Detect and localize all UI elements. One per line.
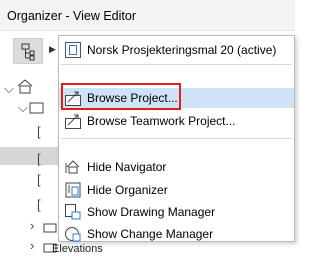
window-title: Organizer - View Editor: [7, 9, 136, 23]
section-icon: [43, 223, 57, 233]
project-template-icon: [65, 42, 81, 58]
house-icon: [17, 79, 33, 94]
chevron-down-icon[interactable]: ⌵: [4, 81, 14, 97]
menu-label: Show Drawing Manager: [87, 205, 216, 219]
tree-selected-row[interactable]: [0, 147, 60, 165]
change-manager-icon: [65, 227, 81, 242]
triangle-right-icon[interactable]: ▶: [49, 44, 56, 55]
tree-line-icon-4: [: [37, 197, 41, 212]
menu-item-show-drawing-manager[interactable]: Show Drawing Manager: [59, 202, 294, 222]
menu-item-browse-project[interactable]: Browse Project...: [59, 88, 294, 108]
menu-separator: [61, 64, 292, 65]
menu-item-hide-navigator[interactable]: Hide Navigator: [59, 157, 294, 177]
menu-label: Show Change Manager: [87, 227, 214, 241]
folder-icon: [29, 102, 44, 114]
tree-item-elevations[interactable]: Elevations: [52, 243, 103, 255]
tree-line-icon: [: [37, 124, 41, 139]
view-map-icon: [21, 43, 35, 61]
menu-separator: [61, 138, 292, 139]
menu-item-hide-organizer[interactable]: Hide Organizer: [59, 180, 294, 200]
menu-item-template[interactable]: Norsk Prosjekteringsmal 20 (active): [59, 40, 294, 60]
menu-label: Hide Organizer: [87, 183, 168, 197]
menu-label: Norsk Prosjekteringsmal 20 (active): [87, 43, 277, 57]
browse-project-icon: [65, 91, 81, 106]
navigator-icon: [65, 160, 80, 174]
chevron-right-icon[interactable]: ›: [30, 218, 34, 233]
teamwork-project-icon: [65, 114, 81, 129]
menu-label: Hide Navigator: [87, 160, 167, 174]
menu-label: Browse Teamwork Project...: [87, 114, 236, 128]
organizer-icon: [65, 182, 81, 198]
window-title-bar: Organizer - View Editor: [0, 0, 295, 31]
context-menu: Norsk Prosjekteringsmal 20 (active) Brow…: [58, 35, 295, 242]
tree-line-icon-3: [: [37, 172, 41, 187]
menu-item-browse-teamwork[interactable]: Browse Teamwork Project...: [59, 111, 294, 131]
menu-item-show-change-manager[interactable]: Show Change Manager: [59, 224, 294, 244]
chevron-down-icon-2[interactable]: ⌵: [18, 100, 28, 116]
view-map-button[interactable]: [13, 38, 43, 64]
menu-label: Browse Project...: [87, 91, 178, 105]
drawing-manager-icon: [65, 204, 81, 220]
chevron-right-icon-2[interactable]: ›: [30, 238, 34, 253]
tree-line-icon-2: [: [37, 151, 41, 166]
